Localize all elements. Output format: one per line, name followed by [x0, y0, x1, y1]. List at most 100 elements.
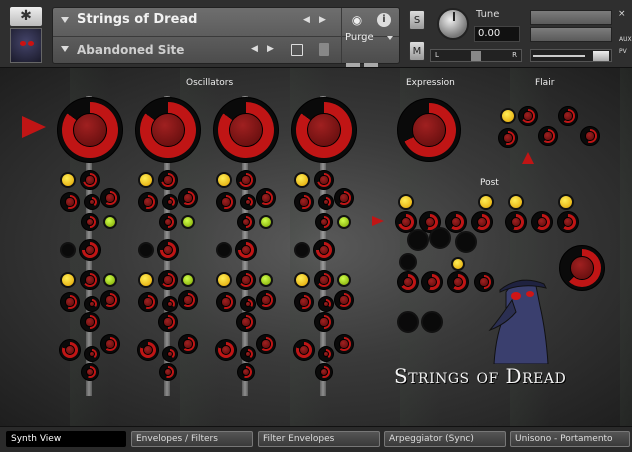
osc-toggle-led[interactable]: [294, 272, 310, 288]
volume-handle[interactable]: [593, 51, 609, 61]
close-icon[interactable]: ×: [618, 9, 629, 19]
post-led[interactable]: [478, 194, 494, 210]
osc-toggle-led[interactable]: [138, 172, 154, 188]
parameter-knob[interactable]: [447, 271, 469, 293]
osc-switch[interactable]: [216, 242, 232, 258]
parameter-knob[interactable]: [79, 239, 101, 261]
tune-knob[interactable]: [437, 8, 469, 40]
osc-toggle-led[interactable]: [60, 172, 76, 188]
post-led[interactable]: [558, 194, 574, 210]
parameter-knob[interactable]: [237, 363, 255, 381]
parameter-knob[interactable]: [60, 192, 80, 212]
parameter-knob[interactable]: [178, 334, 198, 354]
parameter-knob[interactable]: [240, 296, 256, 312]
parameter-knob[interactable]: [334, 188, 354, 208]
parameter-knob[interactable]: [294, 192, 314, 212]
delete-snapshot-icon[interactable]: [319, 43, 329, 56]
flair-arrow-icon[interactable]: [522, 152, 534, 164]
parameter-knob[interactable]: [216, 292, 236, 312]
parameter-knob[interactable]: [518, 106, 538, 126]
oscillator-main-knob[interactable]: [135, 97, 201, 163]
post-switch[interactable]: [421, 311, 443, 333]
osc-led[interactable]: [337, 273, 351, 287]
osc-led[interactable]: [259, 273, 273, 287]
tab-envelopes-filters[interactable]: Envelopes / Filters: [131, 431, 253, 447]
parameter-knob[interactable]: [178, 290, 198, 310]
parameter-knob[interactable]: [256, 290, 276, 310]
camera-icon[interactable]: ◉: [347, 13, 367, 27]
osc-led[interactable]: [103, 273, 117, 287]
pan-handle[interactable]: [471, 51, 481, 61]
post-output-knob[interactable]: [559, 245, 605, 291]
parameter-knob[interactable]: [84, 346, 100, 362]
parameter-knob[interactable]: [137, 339, 159, 361]
parameter-knob[interactable]: [138, 192, 158, 212]
parameter-knob[interactable]: [84, 296, 100, 312]
parameter-knob[interactable]: [580, 126, 600, 146]
parameter-knob[interactable]: [256, 334, 276, 354]
oscillator-main-knob[interactable]: [213, 97, 279, 163]
purge-caret-icon[interactable]: [387, 36, 393, 40]
tune-value[interactable]: 0.00: [474, 26, 520, 42]
parameter-knob[interactable]: [315, 363, 333, 381]
prev-instrument-icon[interactable]: ◀: [303, 15, 310, 25]
parameter-knob[interactable]: [240, 346, 256, 362]
parameter-knob[interactable]: [100, 334, 120, 354]
parameter-knob[interactable]: [162, 194, 178, 210]
osc-toggle-led[interactable]: [138, 272, 154, 288]
gear-icon[interactable]: ✱: [10, 7, 42, 26]
expression-knob[interactable]: [397, 98, 461, 162]
pan-slider[interactable]: L R: [430, 49, 522, 62]
post-led[interactable]: [508, 194, 524, 210]
parameter-knob[interactable]: [236, 312, 256, 332]
parameter-knob[interactable]: [334, 334, 354, 354]
parameter-knob[interactable]: [162, 296, 178, 312]
parameter-knob[interactable]: [100, 290, 120, 310]
parameter-knob[interactable]: [81, 363, 99, 381]
parameter-knob[interactable]: [498, 128, 518, 148]
parameter-knob[interactable]: [159, 363, 177, 381]
next-snapshot-icon[interactable]: ▶: [267, 44, 274, 54]
parameter-knob[interactable]: [236, 170, 256, 190]
parameter-knob[interactable]: [314, 270, 334, 290]
parameter-knob[interactable]: [557, 211, 579, 233]
parameter-knob[interactable]: [558, 106, 578, 126]
osc-led[interactable]: [181, 273, 195, 287]
parameter-knob[interactable]: [505, 211, 527, 233]
parameter-knob[interactable]: [158, 270, 178, 290]
info-icon[interactable]: i: [377, 13, 391, 27]
parameter-knob[interactable]: [314, 312, 334, 332]
osc-led[interactable]: [181, 215, 195, 229]
parameter-knob[interactable]: [314, 170, 334, 190]
parameter-knob[interactable]: [80, 312, 100, 332]
tab-unisono-portamento[interactable]: Unisono - Portamento: [510, 431, 630, 447]
purge-label[interactable]: Purge: [345, 32, 374, 43]
tab-synth-view[interactable]: Synth View: [6, 431, 126, 447]
aux-label[interactable]: AUX: [619, 36, 632, 43]
parameter-knob[interactable]: [240, 194, 256, 210]
parameter-knob[interactable]: [100, 188, 120, 208]
parameter-knob[interactable]: [80, 170, 100, 190]
osc-toggle-led[interactable]: [216, 272, 232, 288]
parameter-knob[interactable]: [318, 296, 334, 312]
parameter-knob[interactable]: [236, 270, 256, 290]
snapshot-menu-caret-icon[interactable]: [61, 46, 69, 52]
oscillator-main-knob[interactable]: [57, 97, 123, 163]
save-snapshot-icon[interactable]: [291, 44, 303, 56]
post-led[interactable]: [398, 194, 414, 210]
parameter-knob[interactable]: [445, 211, 467, 233]
osc-led[interactable]: [103, 215, 117, 229]
osc-switch[interactable]: [138, 242, 154, 258]
parameter-knob[interactable]: [157, 239, 179, 261]
next-instrument-icon[interactable]: ▶: [319, 15, 326, 25]
parameter-knob[interactable]: [138, 292, 158, 312]
flair-led[interactable]: [500, 108, 516, 124]
post-switch[interactable]: [407, 229, 429, 251]
instrument-menu-caret-icon[interactable]: [61, 17, 69, 23]
parameter-knob[interactable]: [256, 188, 276, 208]
osc-toggle-led[interactable]: [60, 272, 76, 288]
osc-switch[interactable]: [60, 242, 76, 258]
parameter-knob[interactable]: [215, 339, 237, 361]
parameter-knob[interactable]: [421, 271, 443, 293]
volume-slider[interactable]: [530, 49, 612, 62]
